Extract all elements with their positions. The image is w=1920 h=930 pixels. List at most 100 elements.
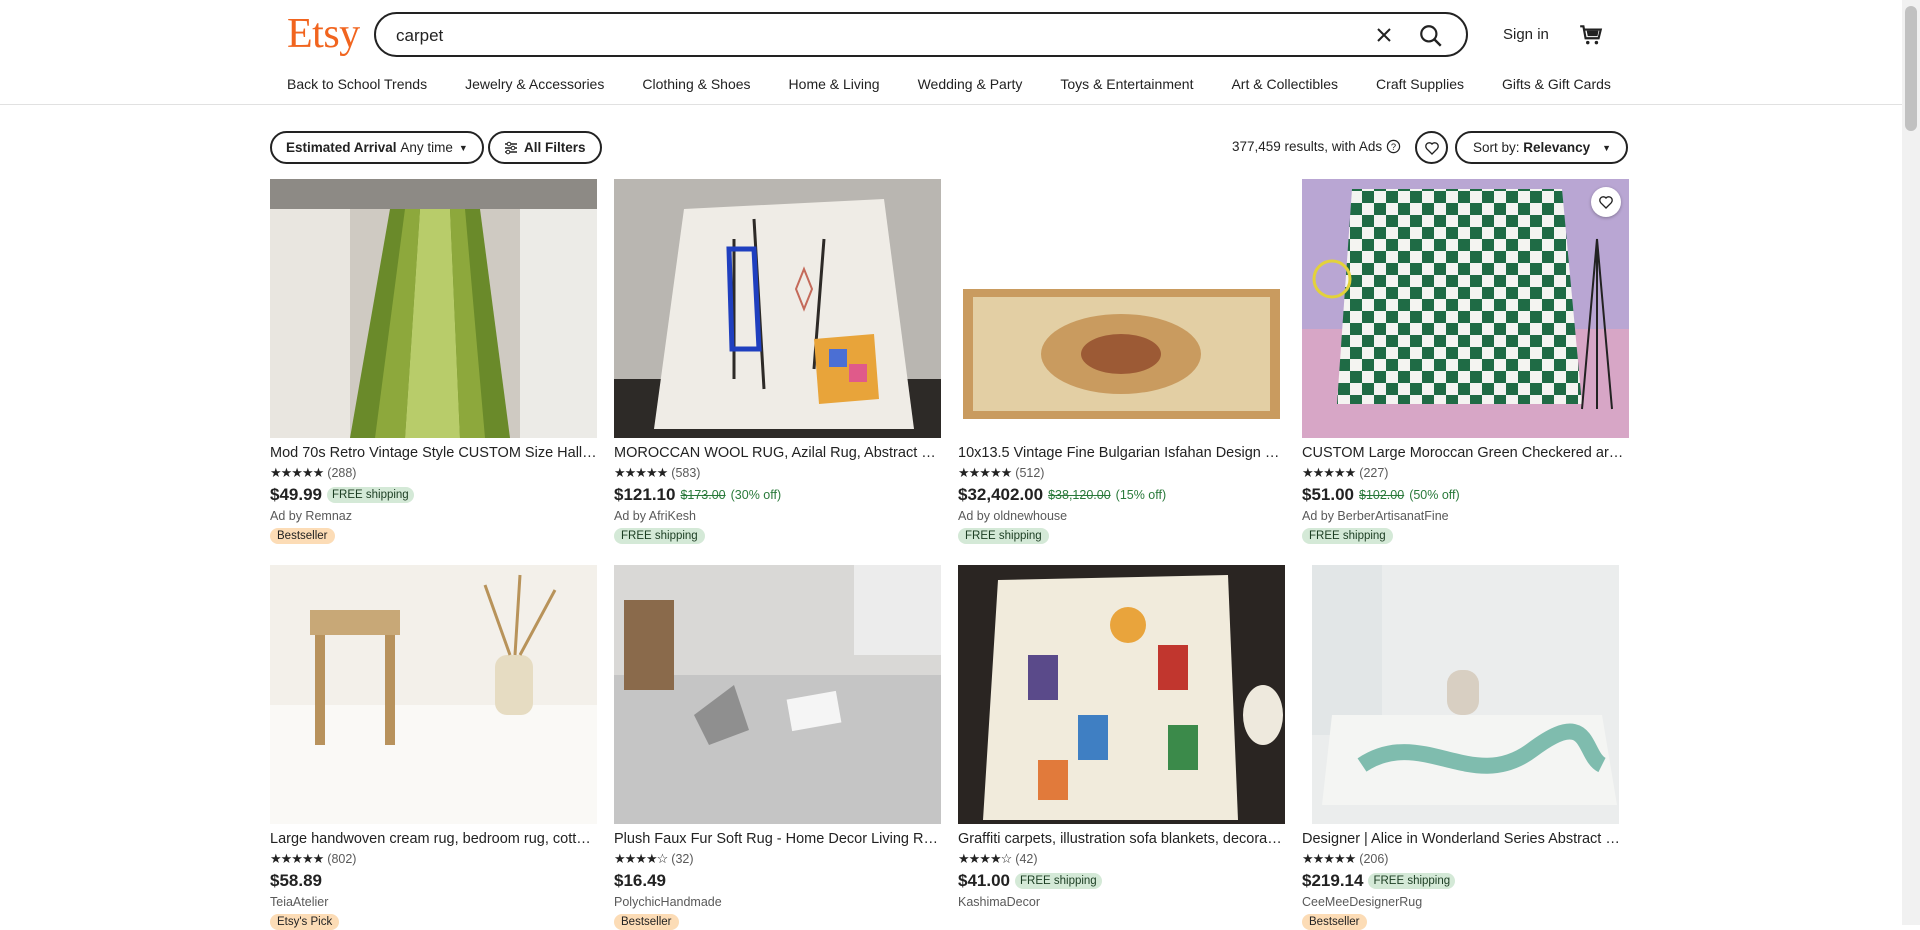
product-title[interactable]: Large handwoven cream rug, bedroom rug, … <box>270 831 597 847</box>
sort-dropdown[interactable]: Sort by: Relevancy ▼ <box>1455 131 1628 164</box>
cart-icon[interactable] <box>1578 22 1604 48</box>
discount-percent: (15% off) <box>1115 488 1167 502</box>
results-count: 377,459 results, with Ads ? <box>1232 139 1401 154</box>
product-title[interactable]: Graffiti carpets, illustration sofa blan… <box>958 831 1285 847</box>
price-line: $219.14 FREE shipping <box>1302 871 1629 891</box>
seller-name[interactable]: TeiaAtelier <box>270 895 597 909</box>
nav-home-living[interactable]: Home & Living <box>789 76 880 92</box>
product-rating: ★★★★★ (512) <box>958 465 1285 481</box>
product-image[interactable] <box>614 179 941 438</box>
heart-icon <box>1599 196 1613 209</box>
nav-toys[interactable]: Toys & Entertainment <box>1060 76 1193 92</box>
nav-art[interactable]: Art & Collectibles <box>1231 76 1338 92</box>
seller-name[interactable]: PolychicHandmade <box>614 895 941 909</box>
product-title[interactable]: Plush Faux Fur Soft Rug - Home Decor Liv… <box>614 831 941 847</box>
favorite-button[interactable] <box>1591 187 1621 217</box>
nav-jewelry[interactable]: Jewelry & Accessories <box>465 76 604 92</box>
product-title[interactable]: 10x13.5 Vintage Fine Bulgarian Isfahan D… <box>958 445 1285 461</box>
seller-name[interactable]: Ad by AfriKesh <box>614 509 941 523</box>
star-rating: ★★★★★ <box>270 465 324 480</box>
price-line: $49.99 FREE shipping <box>270 485 597 505</box>
product-card[interactable]: Plush Faux Fur Soft Rug - Home Decor Liv… <box>614 565 941 930</box>
nav-gifts[interactable]: Gifts & Gift Cards <box>1502 76 1611 92</box>
svg-text:?: ? <box>1391 142 1396 152</box>
caret-down-icon: ▼ <box>1602 142 1612 153</box>
product-rating: ★★★★★ (206) <box>1302 851 1629 867</box>
free-shipping-badge: FREE shipping <box>614 528 705 544</box>
free-shipping-badge: FREE shipping <box>1302 528 1393 544</box>
search-icon[interactable] <box>1418 23 1444 49</box>
estimated-arrival-filter[interactable]: Estimated Arrival Any time ▼ <box>270 131 484 164</box>
product-image[interactable] <box>270 179 597 438</box>
nav-back-to-school[interactable]: Back to School Trends <box>287 76 427 92</box>
product-price: $219.14 <box>1302 871 1364 890</box>
product-title[interactable]: Designer | Alice in Wonderland Series Ab… <box>1302 831 1629 847</box>
product-title[interactable]: MOROCCAN WOOL RUG, Azilal Rug, Abstract … <box>614 445 941 461</box>
product-image[interactable] <box>1302 565 1629 824</box>
product-card[interactable]: Graffiti carpets, illustration sofa blan… <box>958 565 1285 909</box>
results-text: 377,459 results, with Ads <box>1232 139 1383 154</box>
search-bar[interactable] <box>374 12 1468 57</box>
help-circle-icon[interactable]: ? <box>1386 139 1401 154</box>
scrollbar-thumb[interactable] <box>1905 6 1917 131</box>
bestseller-badge: Bestseller <box>614 914 679 930</box>
product-card[interactable]: CUSTOM Large Moroccan Green Checkered ar… <box>1302 179 1629 544</box>
free-shipping-badge: FREE shipping <box>958 528 1049 544</box>
price-line: $58.89 <box>270 871 597 891</box>
seller-name[interactable]: CeeMeeDesignerRug <box>1302 895 1629 909</box>
bestseller-badge: Bestseller <box>270 528 335 544</box>
product-card[interactable]: Designer | Alice in Wonderland Series Ab… <box>1302 565 1629 930</box>
product-card[interactable]: 10x13.5 Vintage Fine Bulgarian Isfahan D… <box>958 179 1285 544</box>
star-rating: ★★★★★ <box>1302 465 1356 480</box>
nav-craft[interactable]: Craft Supplies <box>1376 76 1464 92</box>
product-title[interactable]: Mod 70s Retro Vintage Style CUSTOM Size … <box>270 445 597 461</box>
filter-sliders-icon <box>505 141 517 154</box>
price-line: $51.00 $102.00 (50% off) <box>1302 485 1629 505</box>
product-rating: ★★★★★ (288) <box>270 465 597 481</box>
review-count: (288) <box>327 466 357 480</box>
product-card[interactable]: Large handwoven cream rug, bedroom rug, … <box>270 565 597 930</box>
star-rating: ★★★★★ <box>958 465 1012 480</box>
price-line: $41.00 FREE shipping <box>958 871 1285 891</box>
star-rating: ★★★★★ <box>614 465 668 480</box>
product-image[interactable] <box>614 565 941 824</box>
product-image[interactable] <box>958 179 1285 438</box>
star-rating: ★★★★☆ <box>958 851 1012 866</box>
discount-percent: (50% off) <box>1409 488 1460 502</box>
seller-name[interactable]: KashimaDecor <box>958 895 1285 909</box>
product-image[interactable] <box>958 565 1285 824</box>
review-count: (802) <box>327 852 357 866</box>
review-count: (206) <box>1359 852 1389 866</box>
nav-wedding[interactable]: Wedding & Party <box>918 76 1023 92</box>
search-input[interactable] <box>394 23 1298 49</box>
favorite-search-button[interactable] <box>1415 131 1448 164</box>
arrival-value: Any time <box>400 140 453 155</box>
nav-clothing[interactable]: Clothing & Shoes <box>642 76 750 92</box>
all-filters-button[interactable]: All Filters <box>488 131 602 164</box>
sign-in-link[interactable]: Sign in <box>1503 26 1549 43</box>
product-rating: ★★★★☆ (32) <box>614 851 941 867</box>
product-price: $121.10 <box>614 485 676 504</box>
etsy-logo[interactable]: Etsy <box>287 10 360 58</box>
product-price: $58.89 <box>270 871 322 890</box>
original-price: $102.00 <box>1359 488 1405 502</box>
product-card[interactable]: MOROCCAN WOOL RUG, Azilal Rug, Abstract … <box>614 179 941 544</box>
seller-name[interactable]: Ad by BerberArtisanatFine <box>1302 509 1629 523</box>
product-image[interactable] <box>1302 179 1629 438</box>
sort-label: Sort by: <box>1473 140 1520 155</box>
page-scrollbar[interactable] <box>1902 0 1920 925</box>
site-header: Etsy Sign in Back to School Trends Jewel… <box>0 0 1902 105</box>
sort-value: Relevancy <box>1523 140 1591 155</box>
review-count: (32) <box>671 852 694 866</box>
bestseller-badge: Bestseller <box>1302 914 1367 930</box>
seller-name[interactable]: Ad by Remnaz <box>270 509 597 523</box>
review-count: (583) <box>671 466 701 480</box>
seller-name[interactable]: Ad by oldnewhouse <box>958 509 1285 523</box>
star-rating: ★★★★★ <box>270 851 324 866</box>
clear-search-icon[interactable] <box>1372 23 1396 47</box>
category-nav: Back to School Trends Jewelry & Accessor… <box>287 76 1649 92</box>
free-shipping-badge: FREE shipping <box>1015 873 1102 889</box>
product-card[interactable]: Mod 70s Retro Vintage Style CUSTOM Size … <box>270 179 597 544</box>
product-image[interactable] <box>270 565 597 824</box>
product-title[interactable]: CUSTOM Large Moroccan Green Checkered ar… <box>1302 445 1629 461</box>
